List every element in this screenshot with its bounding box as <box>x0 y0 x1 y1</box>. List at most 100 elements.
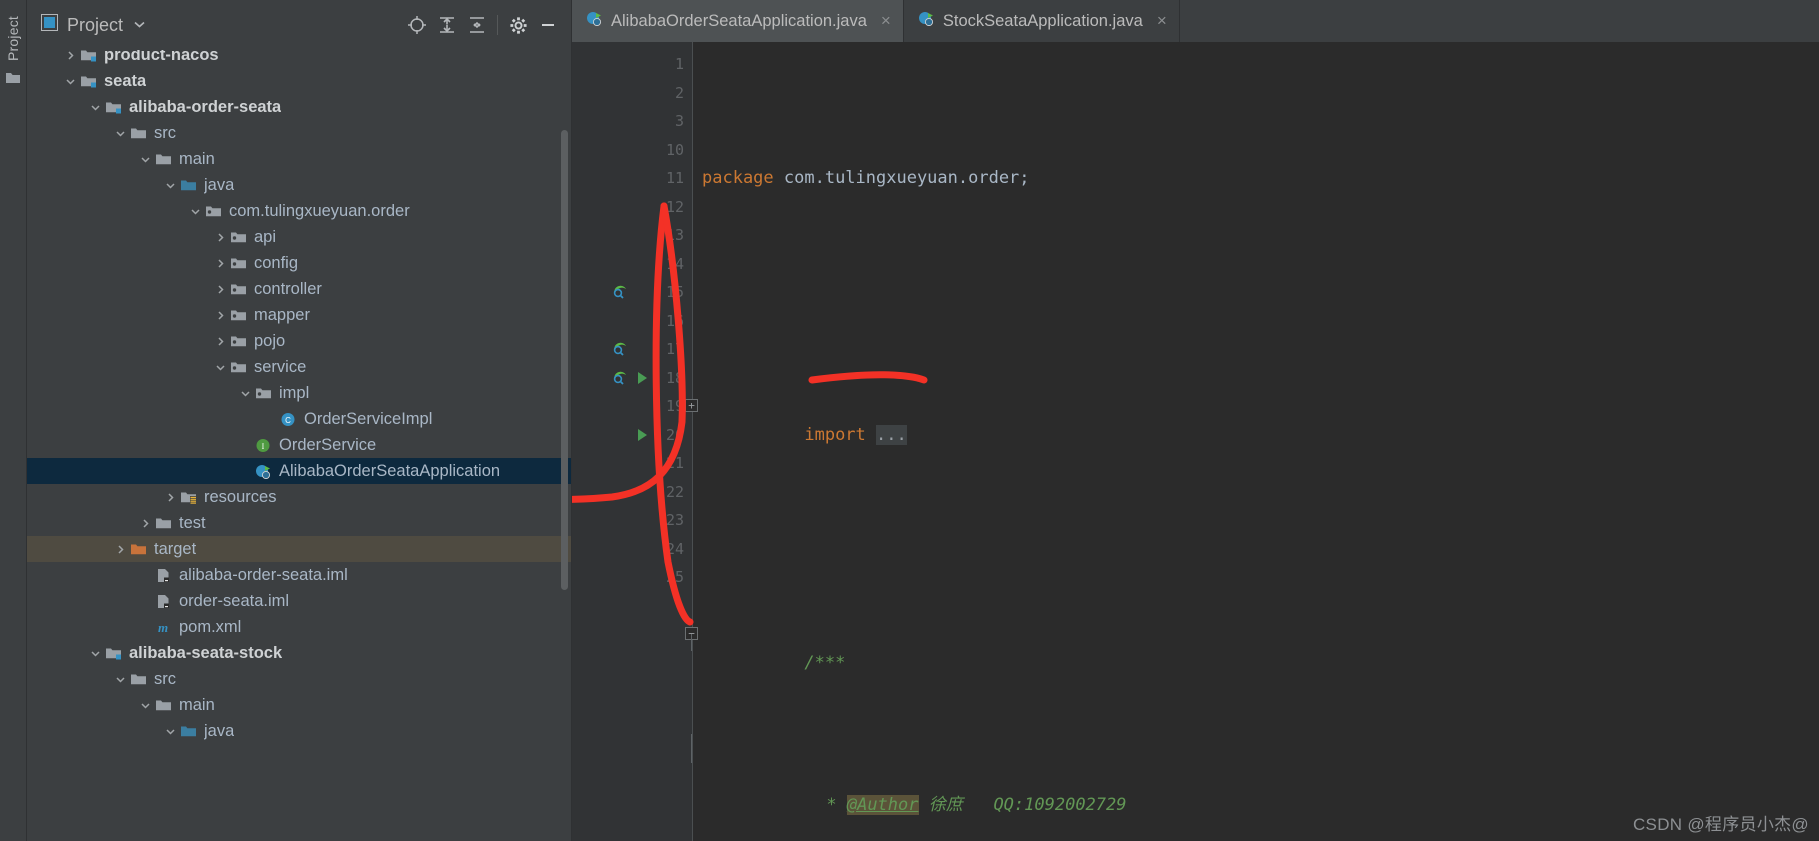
editor-tab-0[interactable]: AlibabaOrderSeataApplication.java × <box>572 0 904 42</box>
line-number-3[interactable]: 3 <box>572 107 692 136</box>
tree-item-api[interactable]: api <box>27 224 571 250</box>
line-number-22[interactable]: 22 <box>572 478 692 507</box>
tree-twisty-right-icon[interactable] <box>137 518 153 529</box>
line-number-24[interactable]: 24 <box>572 535 692 564</box>
spring-boot-class-icon[interactable] <box>610 367 632 389</box>
line-number-16[interactable]: 16 <box>572 307 692 336</box>
tree-twisty-down-icon[interactable] <box>187 206 203 217</box>
folder-icon <box>153 696 173 714</box>
fold-expand-icon[interactable]: + <box>685 399 698 412</box>
tree-twisty-right-icon[interactable] <box>212 232 228 243</box>
tree-twisty-right-icon[interactable] <box>212 284 228 295</box>
line-number-10[interactable]: 10 <box>572 136 692 165</box>
tree-twisty-right-icon[interactable] <box>212 310 228 321</box>
close-icon[interactable]: × <box>881 11 891 31</box>
tree-item-seata[interactable]: seata <box>27 68 571 94</box>
line-number-gutter[interactable]: 1 2 3 10 11 12 13 14 15 16 17 18 19 20 21 22 23 24 25 <box>572 42 692 841</box>
tree-item-src[interactable]: src <box>27 120 571 146</box>
project-tree-scrollbar[interactable] <box>561 130 568 590</box>
spring-bean-icon[interactable] <box>610 338 632 360</box>
tree-twisty-right-icon[interactable] <box>62 50 78 61</box>
tree-item-product-nacos[interactable]: product-nacos <box>27 50 571 68</box>
chevron-down-icon[interactable] <box>133 16 146 34</box>
line-number-14[interactable]: 14 <box>572 250 692 279</box>
tree-item-java[interactable]: java <box>27 718 571 744</box>
tree-item-orderservice[interactable]: I OrderService <box>27 432 571 458</box>
tree-item-com-tulingxueyuan-order[interactable]: com.tulingxueyuan.order <box>27 198 571 224</box>
tree-item-test[interactable]: test <box>27 510 571 536</box>
run-arrow-icon[interactable] <box>636 370 650 390</box>
tree-item-label: controller <box>254 279 322 298</box>
project-panel-title: Project <box>67 14 124 35</box>
settings-gear-icon[interactable] <box>503 10 533 40</box>
line-number-25[interactable]: 25 <box>572 563 692 592</box>
tree-item-target[interactable]: target <box>27 536 571 562</box>
tree-twisty-right-icon[interactable] <box>212 258 228 269</box>
line-number-23[interactable]: 23 <box>572 506 692 535</box>
tree-item-src[interactable]: src <box>27 666 571 692</box>
line-number-21[interactable]: 21 <box>572 449 692 478</box>
line-number-17[interactable]: 17 <box>572 335 692 364</box>
tree-twisty-down-icon[interactable] <box>62 76 78 87</box>
tree-twisty-right-icon[interactable] <box>112 544 128 555</box>
tree-twisty-right-icon[interactable] <box>212 336 228 347</box>
tree-twisty-down-icon[interactable] <box>87 648 103 659</box>
close-icon[interactable]: × <box>1157 11 1167 31</box>
collapse-all-icon[interactable] <box>462 10 492 40</box>
tree-twisty-right-icon[interactable] <box>162 492 178 503</box>
svg-text:C: C <box>285 416 291 425</box>
tree-item-label: AlibabaOrderSeataApplication <box>279 461 501 480</box>
line-number-13[interactable]: 13 <box>572 221 692 250</box>
expand-all-icon[interactable] <box>432 10 462 40</box>
tree-twisty-down-icon[interactable] <box>112 674 128 685</box>
line-number-19[interactable]: 19 <box>572 392 692 421</box>
tree-item-alibaba-order-seata-iml[interactable]: alibaba-order-seata.iml <box>27 562 571 588</box>
code-text[interactable]: package com.tulingxueyuan.order; + import… <box>685 42 1819 841</box>
tree-item-alibaba-seata-stock[interactable]: alibaba-seata-stock <box>27 640 571 666</box>
tree-item-label: order-seata.iml <box>179 591 290 610</box>
tree-twisty-down-icon[interactable] <box>87 102 103 113</box>
line-number-15[interactable]: 15 <box>572 278 692 307</box>
source-folder-icon <box>178 176 198 194</box>
tree-item-service[interactable]: service <box>27 354 571 380</box>
tree-item-order-seata-iml[interactable]: order-seata.iml <box>27 588 571 614</box>
tree-item-resources[interactable]: resources <box>27 484 571 510</box>
import-folded-ellipsis[interactable]: ... <box>876 424 907 445</box>
project-tree[interactable]: product-nacos seata alibaba-order-seata src… <box>27 50 571 841</box>
tree-twisty-down-icon[interactable] <box>137 154 153 165</box>
tree-twisty-down-icon[interactable] <box>162 180 178 191</box>
tool-window-button-project[interactable]: Project <box>5 6 21 67</box>
tree-item-orderserviceimpl[interactable]: C OrderServiceImpl <box>27 406 571 432</box>
line-number-2[interactable]: 2 <box>572 79 692 108</box>
spring-bean-icon[interactable] <box>610 281 632 303</box>
tree-item-controller[interactable]: controller <box>27 276 571 302</box>
run-arrow-icon[interactable] <box>636 427 650 447</box>
tree-item-pom-xml[interactable]: m pom.xml <box>27 614 571 640</box>
line-number-1[interactable]: 1 <box>572 50 692 79</box>
tree-item-main[interactable]: main <box>27 692 571 718</box>
line-number-20[interactable]: 20 <box>572 421 692 450</box>
tree-twisty-down-icon[interactable] <box>212 362 228 373</box>
line-number-11[interactable]: 11 <box>572 164 692 193</box>
tree-twisty-down-icon[interactable] <box>237 388 253 399</box>
tree-twisty-down-icon[interactable] <box>137 700 153 711</box>
tree-item-alibaba-order-seata[interactable]: alibaba-order-seata <box>27 94 571 120</box>
tree-item-mapper[interactable]: mapper <box>27 302 571 328</box>
line-number-12[interactable]: 12 <box>572 193 692 222</box>
tree-item-pojo[interactable]: pojo <box>27 328 571 354</box>
project-folder-icon[interactable] <box>5 71 21 90</box>
code-line-3: + import ... <box>685 392 1819 445</box>
package-name: com.tulingxueyuan.order; <box>773 168 1030 188</box>
package-icon <box>228 306 248 324</box>
tree-item-alibabaorderseataapplication[interactable]: AlibabaOrderSeataApplication <box>27 458 571 484</box>
tree-twisty-down-icon[interactable] <box>112 128 128 139</box>
tree-item-java[interactable]: java <box>27 172 571 198</box>
line-number-18[interactable]: 18 <box>572 364 692 393</box>
locate-icon[interactable] <box>402 10 432 40</box>
editor-tab-1[interactable]: StockSeataApplication.java × <box>904 0 1180 42</box>
tree-item-main[interactable]: main <box>27 146 571 172</box>
tree-item-config[interactable]: config <box>27 250 571 276</box>
hide-panel-icon[interactable] <box>533 10 563 40</box>
tree-twisty-down-icon[interactable] <box>162 726 178 737</box>
tree-item-impl[interactable]: impl <box>27 380 571 406</box>
